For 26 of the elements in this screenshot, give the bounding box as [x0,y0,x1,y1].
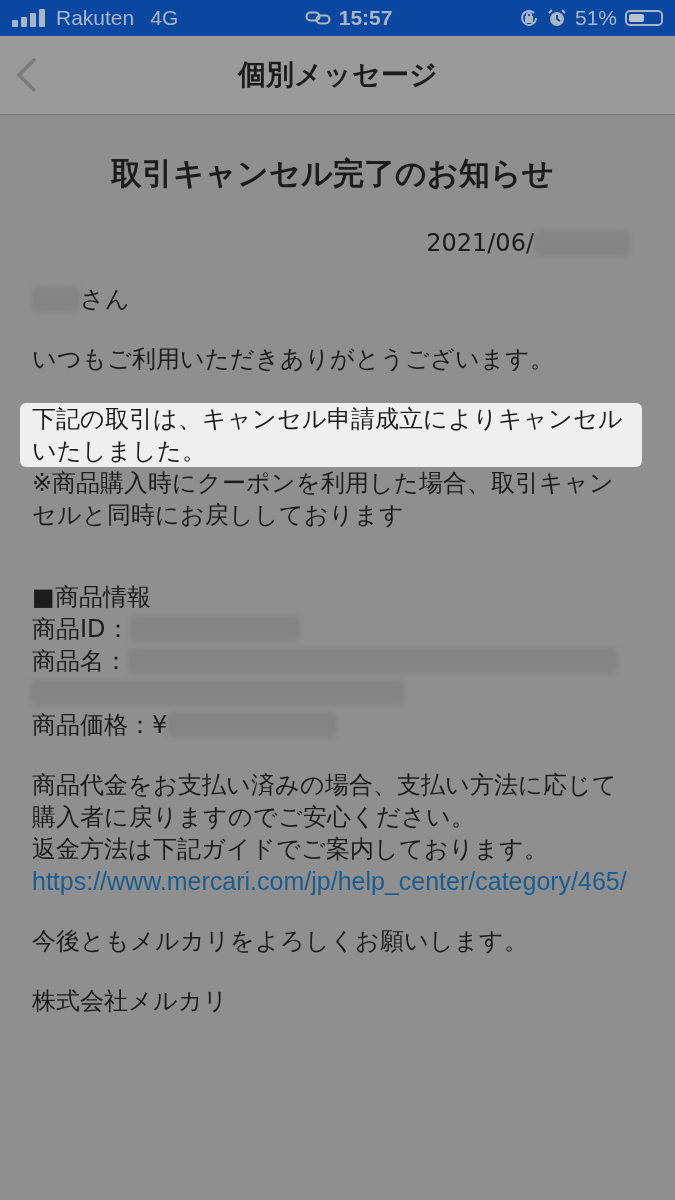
signal-icon [12,9,48,27]
network-type: 4G [150,6,179,30]
alarm-icon [546,8,567,28]
help-link[interactable]: https://www.mercari.com/jp/help_center/category/465/ [32,865,644,897]
section-heading: ■商品情報 [32,582,152,613]
link-icon [304,11,331,25]
message-paragraph: 商品代金をお支払い済みの場合、支払い方法に応じて購入者に戻りますのでご安心ください。 [32,770,618,833]
status-time: 15:57 [338,6,393,30]
message-paragraph: いつもご利用いただきありがとうございます。 [32,344,555,375]
back-icon[interactable] [15,58,37,92]
battery-percent: 51% [574,6,617,30]
message-title: 取引キャンセル完了のお知らせ [109,154,555,193]
message-paragraph: 下記の取引は、キャンセル申請成立によりキャンセルいたしました。 [20,403,642,467]
message-paragraph: 返金方法は下記ガイドでご案内しております。 [32,834,549,865]
field-label: 商品名： [32,646,128,677]
header-title: 個別メッセージ [237,57,438,93]
message-paragraph: 株式会社メルカリ [32,986,229,1017]
message-paragraph: ※商品購入時にクーポンを利用した場合、取引キャンセルと同時にお戻ししております [32,468,616,531]
field-label: 商品ID： [32,614,130,645]
rotation-lock-icon [518,8,539,28]
carrier-name: Rakuten [56,6,135,30]
field-label: 商品価格：¥ [32,710,168,741]
greeting-text: さん [80,284,130,315]
message-paragraph: 今後ともメルカリをよろしくお願いします。 [32,926,529,957]
battery-icon [625,10,663,26]
message-date: 2021/06/ [426,228,534,259]
